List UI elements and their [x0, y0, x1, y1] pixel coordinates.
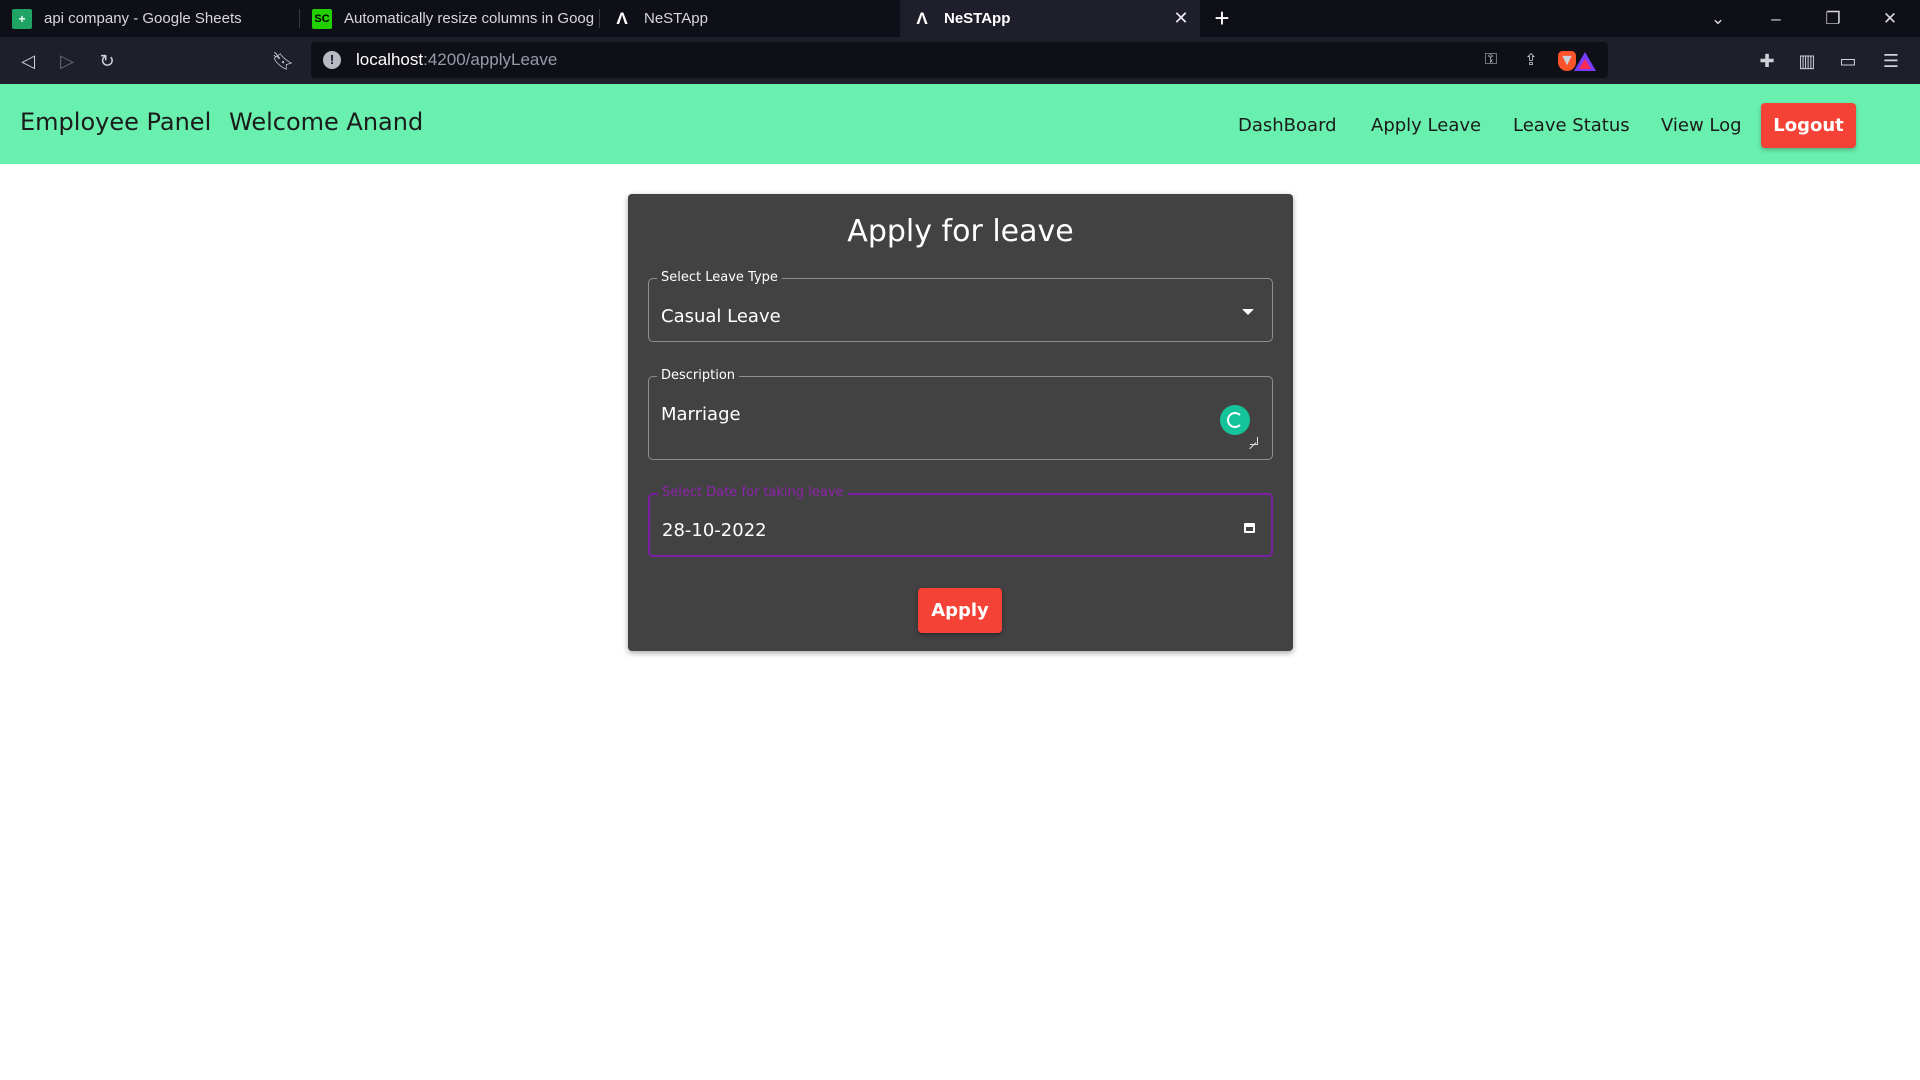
url-path: :4200/applyLeave: [423, 50, 558, 69]
reload-icon[interactable]: ↻: [93, 47, 121, 75]
key-icon[interactable]: ⚿: [1480, 49, 1502, 71]
nav-view-log[interactable]: View Log: [1661, 115, 1742, 136]
browser-tab[interactable]: Λ NeSTApp: [600, 0, 900, 37]
brave-rewards-icon[interactable]: [1574, 51, 1596, 71]
leave-type-value: Casual Leave: [661, 306, 781, 327]
angular-icon: Λ: [916, 8, 928, 28]
minimize-icon[interactable]: –: [1748, 0, 1804, 37]
address-bar[interactable]: ! localhost:4200/applyLeave ⚿ ⇪ ▼: [311, 42, 1608, 78]
leave-type-label: Select Leave Type: [657, 270, 782, 286]
welcome-text: Welcome Anand: [229, 108, 424, 136]
tab-title: api company - Google Sheets: [44, 10, 242, 27]
leave-type-select[interactable]: Select Leave Type Casual Leave: [648, 270, 1273, 342]
browser-tab-strip: + api company - Google Sheets SC Automat…: [0, 0, 1920, 37]
description-label: Description: [657, 368, 740, 384]
chevron-down-icon[interactable]: [1242, 309, 1254, 315]
tab-search-chevron-icon[interactable]: ⌄: [1690, 0, 1746, 37]
description-value: Marriage: [661, 404, 741, 425]
site-info-icon[interactable]: !: [323, 51, 341, 69]
menu-icon[interactable]: ☰: [1877, 47, 1905, 75]
share-icon[interactable]: ⇪: [1520, 49, 1542, 71]
angular-icon: Λ: [616, 8, 628, 28]
leave-date-value: 28-10-2022: [662, 520, 767, 541]
close-tab-icon[interactable]: ✕: [1172, 9, 1190, 27]
leave-date-label: Select Date for taking leave: [658, 485, 848, 501]
back-icon[interactable]: ◁: [14, 47, 42, 75]
sc-icon: SC: [312, 8, 332, 29]
app-header: Employee Panel Welcome Anand DashBoard A…: [0, 84, 1920, 164]
new-tab-icon[interactable]: +: [1200, 0, 1244, 37]
leave-date-field[interactable]: Select Date for taking leave 28-10-2022: [648, 485, 1273, 557]
google-sheets-icon: +: [12, 8, 32, 29]
url-host: localhost: [356, 50, 424, 69]
grammarly-icon[interactable]: [1220, 405, 1250, 435]
app-brand: Employee Panel: [20, 108, 212, 136]
browser-tab[interactable]: SC Automatically resize columns in Googl…: [300, 0, 600, 37]
window-close-icon[interactable]: ✕: [1862, 0, 1918, 37]
wallet-icon[interactable]: ▭: [1834, 47, 1862, 75]
extensions-icon[interactable]: ✚: [1753, 47, 1781, 75]
resize-handle-icon[interactable]: [1250, 437, 1258, 445]
nav-dashboard[interactable]: DashBoard: [1238, 115, 1337, 136]
bookmark-icon[interactable]: 🔖︎: [269, 47, 297, 75]
form-title: Apply for leave: [847, 214, 1074, 249]
restore-icon[interactable]: ❐: [1805, 0, 1861, 37]
browser-tab[interactable]: + api company - Google Sheets: [0, 0, 300, 37]
forward-icon[interactable]: ▷: [53, 47, 81, 75]
browser-tab-active[interactable]: Λ NeSTApp ✕: [900, 0, 1200, 37]
sidebar-icon[interactable]: ▥: [1793, 47, 1821, 75]
apply-leave-card: Apply for leave Select Leave Type Casual…: [628, 194, 1293, 651]
apply-button[interactable]: Apply: [918, 588, 1002, 633]
logout-button[interactable]: Logout: [1761, 103, 1856, 148]
tab-title: NeSTApp: [644, 10, 708, 27]
browser-toolbar: ◁ ▷ ↻ 🔖︎ ! localhost:4200/applyLeave ⚿ ⇪…: [0, 37, 1920, 84]
nav-apply-leave[interactable]: Apply Leave: [1371, 115, 1481, 136]
tab-title: NeSTApp: [944, 10, 1011, 27]
description-field[interactable]: Description Marriage: [648, 368, 1273, 460]
calendar-icon[interactable]: [1244, 523, 1255, 533]
tab-title: Automatically resize columns in Google: [344, 10, 594, 27]
nav-leave-status[interactable]: Leave Status: [1513, 115, 1630, 136]
